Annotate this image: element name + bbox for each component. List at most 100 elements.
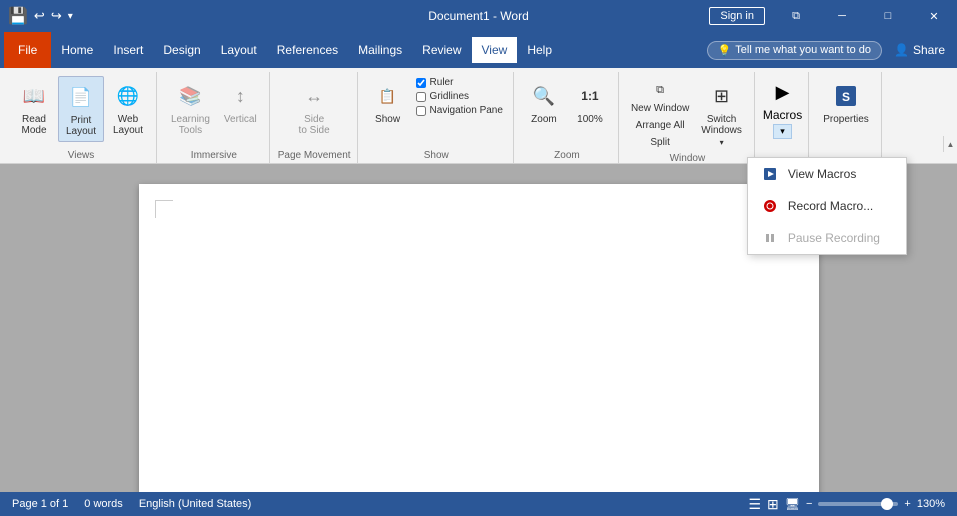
view-mode-icon1[interactable]: ☰: [748, 496, 761, 513]
new-window-button[interactable]: ⧉ New Window: [627, 76, 693, 116]
menu-references[interactable]: References: [267, 37, 348, 63]
show-group-label: Show: [366, 148, 507, 163]
svg-text:S: S: [842, 90, 850, 104]
read-mode-button[interactable]: 📖 ReadMode: [12, 76, 56, 140]
views-group-label: Views: [12, 148, 150, 163]
switch-windows-icon: ⊞: [706, 80, 738, 112]
menu-home[interactable]: Home: [51, 37, 103, 63]
side-to-side-button[interactable]: ↔ Sideto Side: [292, 76, 336, 140]
page-margin: [179, 214, 779, 516]
views-buttons: 📖 ReadMode 📄 PrintLayout 🌐 WebLayout: [12, 72, 150, 148]
redo-icon[interactable]: ↪: [51, 8, 62, 24]
tell-me-input[interactable]: 💡 Tell me what you want to do: [707, 41, 882, 60]
vertical-button[interactable]: ↕ Vertical: [218, 76, 263, 129]
macros-dropdown: View Macros Record Macro... Pause Record…: [747, 157, 907, 255]
save-icon[interactable]: 💾: [8, 6, 28, 26]
zoom-btn-label: Zoom: [531, 114, 557, 125]
web-layout-button[interactable]: 🌐 WebLayout: [106, 76, 150, 140]
page-movement-buttons: ↔ Sideto Side: [292, 72, 336, 148]
restore-button[interactable]: ⧉: [773, 0, 819, 32]
zoom-button[interactable]: 🔍 Zoom: [522, 76, 566, 129]
page-info: Page 1 of 1: [12, 498, 68, 510]
pause-recording-item: Pause Recording: [748, 222, 906, 254]
web-layout-icon: 🌐: [112, 80, 144, 112]
zoom-out-icon[interactable]: −: [806, 498, 812, 510]
zoom-in-icon[interactable]: +: [904, 498, 910, 510]
vertical-icon: ↕: [224, 80, 256, 112]
undo-icon[interactable]: ↩: [34, 8, 45, 24]
zoom-group-label: Zoom: [522, 148, 612, 163]
print-layout-button[interactable]: 📄 PrintLayout: [58, 76, 104, 142]
properties-button[interactable]: S Properties: [817, 76, 875, 129]
menu-view[interactable]: View: [472, 37, 518, 63]
show-icon: 📋: [372, 80, 404, 112]
pause-recording-label: Pause Recording: [788, 231, 880, 245]
maximize-button[interactable]: □: [865, 0, 911, 32]
pause-recording-icon: [760, 228, 780, 248]
view-mode-icon2[interactable]: ⊞: [767, 496, 779, 513]
navigation-pane-checkbox[interactable]: Navigation Pane: [412, 104, 507, 117]
zoom-100-button[interactable]: 1:1 100%: [568, 76, 612, 129]
share-icon: 👤: [894, 43, 909, 57]
zoom-buttons: 🔍 Zoom 1:1 100%: [522, 72, 612, 148]
status-right: ☰ ⊞ 🖥 − + 130%: [748, 496, 945, 513]
read-mode-label: ReadMode: [21, 114, 46, 136]
gridlines-checkbox[interactable]: Gridlines: [412, 90, 507, 103]
zoom-thumb: [881, 498, 893, 510]
immersive-buttons: 📚 LearningTools ↕ Vertical: [165, 72, 263, 148]
sign-in-button[interactable]: Sign in: [709, 7, 765, 25]
language: English (United States): [139, 498, 252, 510]
zoom-slider[interactable]: [818, 502, 898, 506]
switch-windows-button[interactable]: ⊞ SwitchWindows ▾: [695, 76, 748, 151]
ribbon: 📖 ReadMode 📄 PrintLayout 🌐 WebLayout Vie…: [0, 68, 957, 164]
customize-icon[interactable]: ▾: [68, 11, 73, 22]
zoom-100-icon: 1:1: [574, 80, 606, 112]
menu-file[interactable]: File: [4, 32, 51, 68]
ribbon-group-show: 📋 Show Ruler Gridlines Navigation Pane S…: [360, 72, 514, 163]
ribbon-group-immersive: 📚 LearningTools ↕ Vertical Immersive: [159, 72, 270, 163]
view-macros-icon: [760, 164, 780, 184]
show-button[interactable]: 📋 Show: [366, 76, 410, 129]
menu-insert[interactable]: Insert: [103, 37, 153, 63]
macros-buttons: ▶ Macros ▾: [763, 72, 802, 159]
read-mode-icon: 📖: [18, 80, 50, 112]
record-macro-icon: [760, 196, 780, 216]
view-mode-icon3[interactable]: 🖥: [785, 497, 800, 511]
properties-icon: S: [830, 80, 862, 112]
word-count: 0 words: [84, 498, 123, 510]
macros-dropdown-arrow[interactable]: ▾: [773, 124, 792, 139]
view-macros-item[interactable]: View Macros: [748, 158, 906, 190]
ribbon-collapse-button[interactable]: ▲: [943, 136, 957, 152]
quick-access-toolbar: 💾 ↩ ↪ ▾: [8, 6, 73, 26]
close-button[interactable]: ✕: [911, 0, 957, 32]
show-buttons: 📋 Show Ruler Gridlines Navigation Pane: [366, 72, 507, 148]
ribbon-group-properties: S Properties: [811, 72, 882, 163]
properties-label: Properties: [823, 114, 869, 125]
ribbon-group-zoom: 🔍 Zoom 1:1 100% Zoom: [516, 72, 619, 163]
menu-review[interactable]: Review: [412, 37, 471, 63]
menu-bar: File Home Insert Design Layout Reference…: [0, 32, 957, 68]
menu-right: 💡 Tell me what you want to do 👤 Share: [707, 39, 953, 61]
switch-windows-label: SwitchWindows: [701, 114, 742, 136]
arrange-all-button[interactable]: Arrange All: [627, 118, 693, 133]
share-button[interactable]: 👤 Share: [886, 39, 953, 61]
learning-tools-icon: 📚: [174, 80, 206, 112]
zoom-level: 130%: [917, 498, 945, 510]
menu-design[interactable]: Design: [153, 37, 210, 63]
menu-help[interactable]: Help: [517, 37, 562, 63]
minimize-button[interactable]: ─: [819, 0, 865, 32]
side-to-side-icon: ↔: [298, 80, 330, 112]
macros-split-button: ▶ Macros ▾: [763, 76, 802, 139]
learning-tools-button[interactable]: 📚 LearningTools: [165, 76, 216, 140]
page-corner-tl: [155, 200, 173, 218]
learning-tools-label: LearningTools: [171, 114, 210, 136]
split-button[interactable]: Split: [627, 135, 693, 150]
split-label: Split: [650, 137, 669, 148]
menu-mailings[interactable]: Mailings: [348, 37, 412, 63]
show-label: Show: [375, 114, 400, 125]
document-title: Document1 - Word: [428, 9, 528, 23]
record-macro-item[interactable]: Record Macro...: [748, 190, 906, 222]
new-window-label: New Window: [631, 103, 689, 114]
menu-layout[interactable]: Layout: [211, 37, 267, 63]
ruler-checkbox[interactable]: Ruler: [412, 76, 507, 89]
